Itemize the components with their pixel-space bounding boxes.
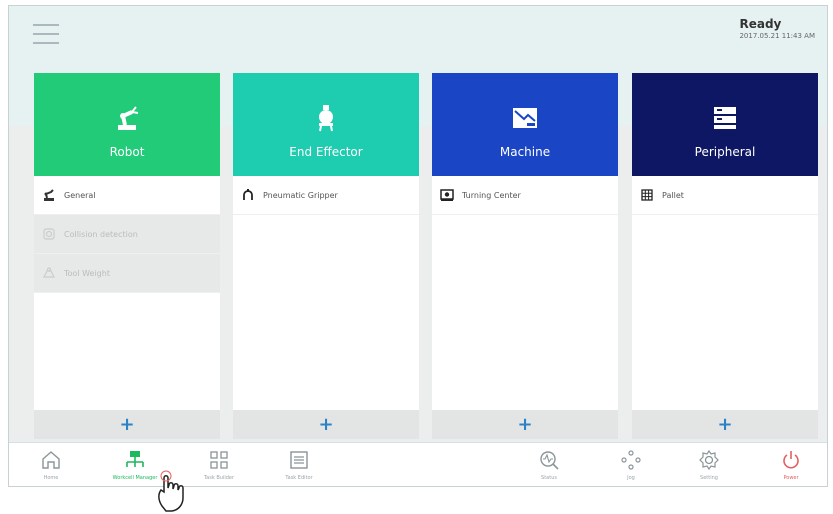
status-search-icon xyxy=(540,451,559,470)
card-title: Machine xyxy=(499,145,551,159)
menu-icon[interactable] xyxy=(33,24,59,46)
list-item-pneumatic-gripper[interactable]: Pneumatic Gripper xyxy=(233,176,419,215)
workcell-manager-icon xyxy=(126,451,144,467)
card-peripheral: Peripheral Pallet + xyxy=(632,73,818,439)
jog-icon xyxy=(621,450,641,470)
card-machine: Machine Turning Center + xyxy=(432,73,618,439)
nav-label: Power xyxy=(783,475,799,481)
nav-status[interactable]: Status xyxy=(519,449,579,486)
pointer-hand-icon xyxy=(158,470,184,512)
nav-home[interactable]: Home xyxy=(21,449,81,486)
nav-label: Home xyxy=(43,475,59,481)
card-robot-list: General Collision detection Tool Weight xyxy=(34,176,220,439)
item-label: Turning Center xyxy=(462,190,521,200)
nav-power[interactable]: Power xyxy=(761,449,821,486)
nav-label: Task Builder xyxy=(203,475,235,481)
nav-jog[interactable]: Jog xyxy=(601,449,661,486)
app-screen: Ready 2017.05.21 11:43 AM Robot General … xyxy=(8,5,828,487)
card-end-effector-list: Pneumatic Gripper + xyxy=(233,176,419,439)
item-label: General xyxy=(64,190,96,200)
list-item-pallet[interactable]: Pallet xyxy=(632,176,818,215)
card-machine-header[interactable]: Machine xyxy=(432,73,618,176)
item-label: Pallet xyxy=(662,190,684,200)
nav-label: Status xyxy=(541,475,557,481)
bottom-nav-bar: Home Workcell Manager Task Builder Task … xyxy=(9,442,827,486)
power-icon xyxy=(783,451,799,469)
pneumatic-gripper-icon xyxy=(243,189,253,200)
card-title: Robot xyxy=(109,145,145,159)
peripheral-icon xyxy=(714,107,736,129)
nav-label: Task Editor xyxy=(285,475,313,481)
gripper-icon xyxy=(319,105,333,132)
card-end-effector-header[interactable]: End Effector xyxy=(233,73,419,176)
list-item-general[interactable]: General xyxy=(34,176,220,215)
tool-weight-icon xyxy=(43,267,55,278)
gear-icon xyxy=(699,449,719,471)
turning-center-icon xyxy=(440,189,454,201)
nav-label: Jog xyxy=(627,475,635,481)
card-robot-header[interactable]: Robot xyxy=(34,73,220,176)
pallet-icon xyxy=(641,189,653,201)
card-title: Peripheral xyxy=(694,145,756,159)
card-title: End Effector xyxy=(289,145,363,159)
top-bar: Ready 2017.05.21 11:43 AM xyxy=(9,6,827,78)
task-editor-icon xyxy=(290,451,308,469)
status-datetime: 2017.05.21 11:43 AM xyxy=(739,32,815,40)
card-peripheral-list: Pallet + xyxy=(632,176,818,439)
item-label: Tool Weight xyxy=(64,268,110,278)
add-robot-button[interactable]: + xyxy=(34,410,220,439)
card-machine-list: Turning Center + xyxy=(432,176,618,439)
card-peripheral-header[interactable]: Peripheral xyxy=(632,73,818,176)
workcell-cards: Robot General Collision detection Tool W… xyxy=(34,73,818,439)
robot-arm-icon xyxy=(118,106,139,130)
nav-label: Setting xyxy=(700,475,718,481)
card-robot: Robot General Collision detection Tool W… xyxy=(34,73,220,439)
add-peripheral-button[interactable]: + xyxy=(632,410,818,439)
item-label: Collision detection xyxy=(64,229,138,239)
nav-task-editor[interactable]: Task Editor xyxy=(269,449,329,486)
task-builder-icon xyxy=(210,451,228,469)
machine-icon xyxy=(513,108,537,128)
card-end-effector: End Effector Pneumatic Gripper + xyxy=(233,73,419,439)
list-item-tool-weight: Tool Weight xyxy=(34,254,220,293)
status-panel: Ready 2017.05.21 11:43 AM xyxy=(739,17,815,40)
robot-general-icon xyxy=(44,189,54,201)
collision-icon xyxy=(43,228,55,240)
add-machine-button[interactable]: + xyxy=(432,410,618,439)
item-label: Pneumatic Gripper xyxy=(263,190,338,200)
nav-setting[interactable]: Setting xyxy=(679,449,739,486)
status-text: Ready xyxy=(739,17,782,31)
add-end-effector-button[interactable]: + xyxy=(233,410,419,439)
list-item-collision-detection: Collision detection xyxy=(34,215,220,254)
list-item-turning-center[interactable]: Turning Center xyxy=(432,176,618,215)
home-icon xyxy=(42,451,60,469)
